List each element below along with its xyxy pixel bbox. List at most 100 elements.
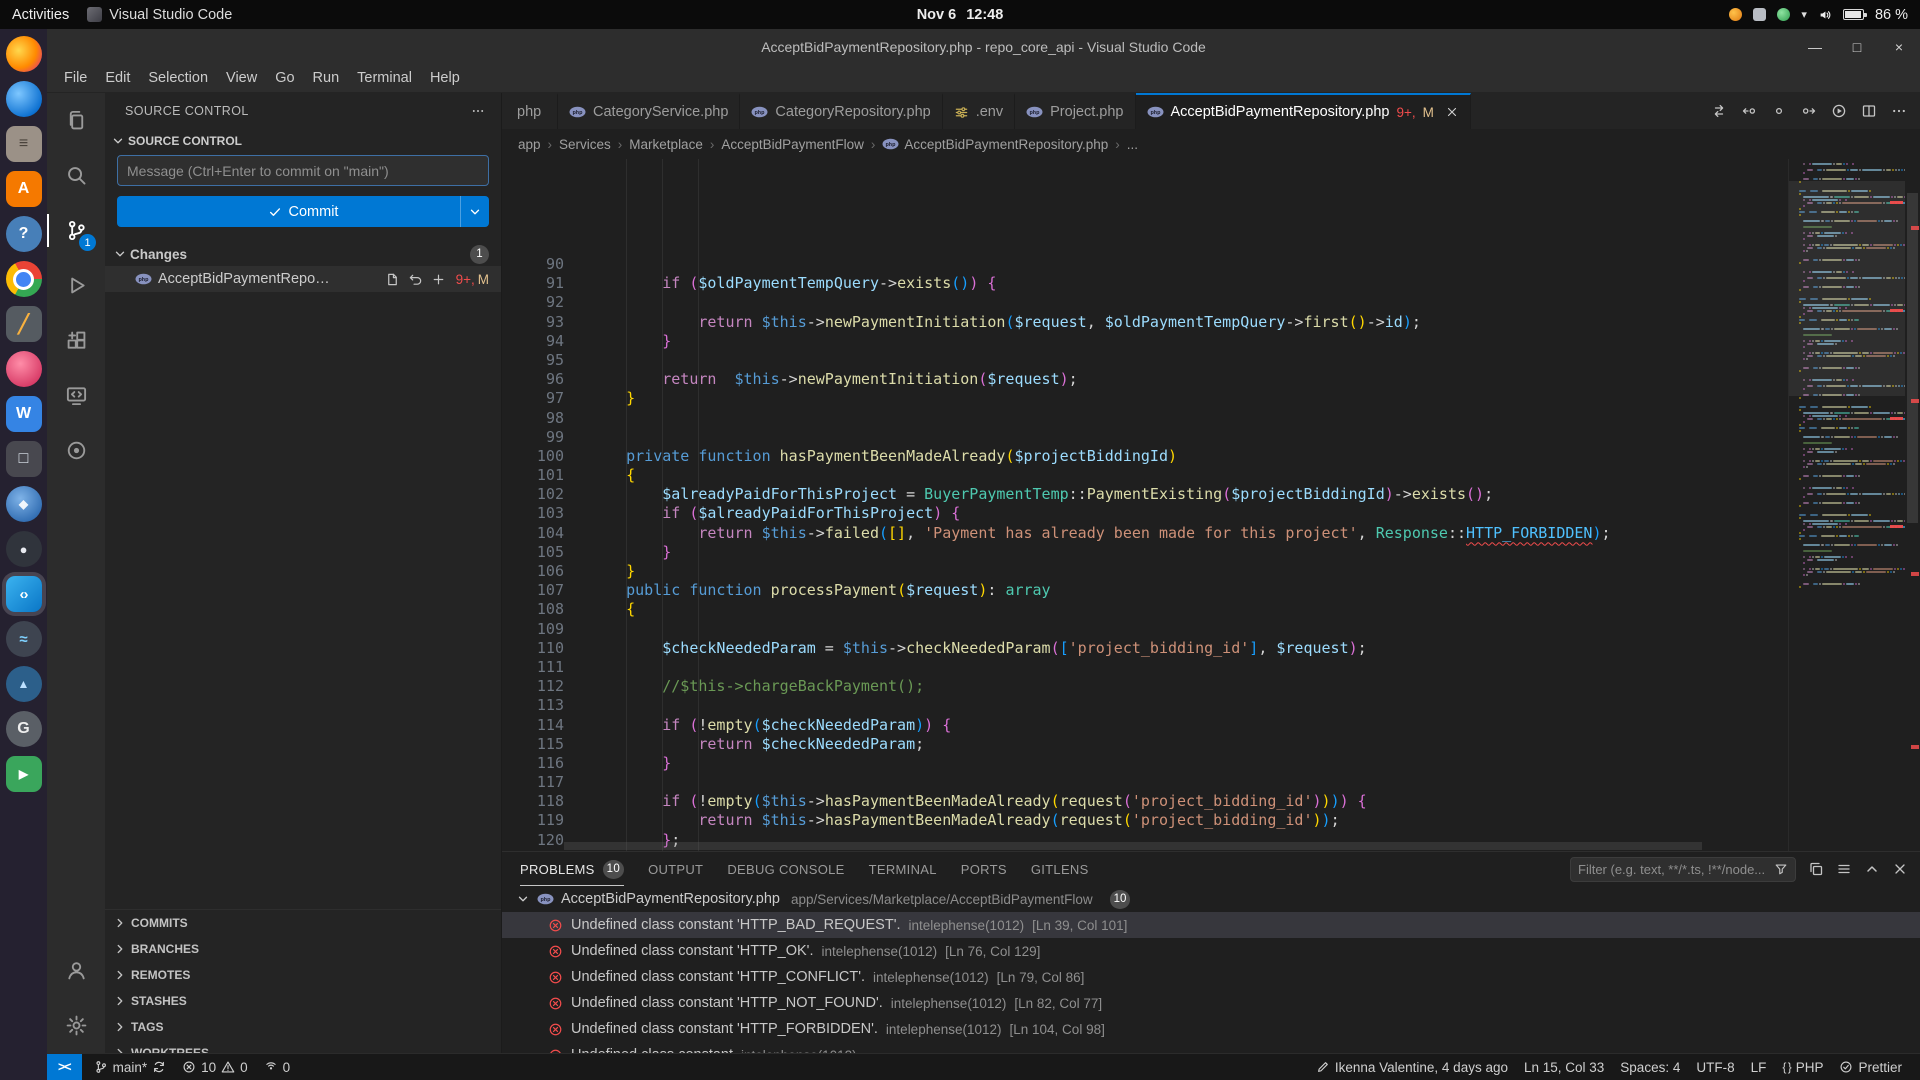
status-ports[interactable]: 0 (256, 1054, 299, 1080)
clock[interactable]: Nov 612:48 (0, 7, 1920, 23)
menu-terminal[interactable]: Terminal (348, 68, 421, 88)
input-tray-icon[interactable] (1753, 8, 1766, 21)
menu-edit[interactable]: Edit (96, 68, 139, 88)
close-panel-icon[interactable] (1892, 861, 1908, 877)
tab-project-php[interactable]: phpProject.php (1015, 93, 1135, 129)
leaf-tray-icon[interactable] (1777, 8, 1790, 21)
status-cursor-position[interactable]: Ln 15, Col 33 (1516, 1054, 1612, 1080)
discard-icon[interactable] (408, 272, 423, 287)
dock-item-screenshot-tool[interactable]: ● (6, 531, 42, 567)
dock-item-archive-manager[interactable]: ≡ (6, 126, 42, 162)
dock-item-g-app[interactable]: G (6, 711, 42, 747)
dock-item-blue-app[interactable]: ◆ (6, 486, 42, 522)
status-indentation[interactable]: Spaces: 4 (1612, 1054, 1688, 1080)
problem-row[interactable]: Undefined class constant 'HTTP_FORBIDDEN… (502, 1016, 1920, 1042)
changed-file-row[interactable]: phpAcceptBidPaymentRepository.php9+,M (105, 266, 501, 292)
dock-item-thunderbird[interactable] (6, 81, 42, 117)
list-icon[interactable] (1836, 861, 1852, 877)
maximize-panel-icon[interactable] (1864, 861, 1880, 877)
commit-button[interactable]: Commit (117, 196, 489, 227)
open-file-icon[interactable] (385, 272, 400, 287)
activity-gitlens[interactable] (47, 423, 105, 478)
close-tab-icon[interactable] (1445, 105, 1459, 119)
code-area[interactable]: 9091 if ($oldPaymentTempQuery->exists())… (502, 159, 1788, 851)
menu-go[interactable]: Go (266, 68, 303, 88)
problem-row[interactable]: Undefined class constantintelephense(101… (502, 1042, 1920, 1053)
section-tags[interactable]: TAGS (105, 1014, 501, 1040)
breadcrumb-item[interactable]: Services (559, 137, 611, 152)
problems-file-group[interactable]: php AcceptBidPaymentRepository.php app/S… (502, 886, 1920, 912)
status-prettier[interactable]: Prettier (1831, 1054, 1910, 1080)
compare-icon[interactable] (1705, 98, 1732, 125)
status-remote[interactable]: >< (47, 1054, 82, 1080)
activity-accounts[interactable] (47, 943, 105, 998)
status-problems[interactable]: 100 (174, 1054, 256, 1080)
volume-icon[interactable] (1818, 8, 1832, 22)
menu-run[interactable]: Run (304, 68, 349, 88)
status-branch[interactable]: main* (86, 1054, 175, 1080)
code-editor[interactable]: 9091 if ($oldPaymentTempQuery->exists())… (502, 159, 1920, 851)
dock-item-firefox[interactable] (6, 36, 42, 72)
breadcrumb-item[interactable]: app (518, 137, 541, 152)
panel-tab-output[interactable]: OUTPUT (648, 852, 703, 886)
panel-tab-ports[interactable]: PORTS (961, 852, 1007, 886)
dock-item-green-app[interactable]: ▶ (6, 756, 42, 792)
focused-app-menu[interactable]: Visual Studio Code (87, 7, 232, 23)
panel-tab-problems[interactable]: PROBLEMS10 (520, 852, 624, 886)
activity-remote-explorer[interactable] (47, 368, 105, 423)
panel-tab-gitlens[interactable]: GITLENS (1031, 852, 1089, 886)
activity-source-control[interactable]: 1 (47, 203, 105, 258)
menu-file[interactable]: File (55, 68, 96, 88)
breadcrumb-item[interactable]: Marketplace (629, 137, 703, 152)
next-change-icon[interactable] (1795, 98, 1822, 125)
commit-dropdown[interactable] (460, 196, 489, 227)
menu-view[interactable]: View (217, 68, 266, 88)
updater-tray-icon[interactable] (1729, 8, 1742, 21)
dock-item-vscode[interactable]: ‹› (6, 576, 42, 612)
tab-php[interactable]: php (502, 93, 558, 129)
activity-settings[interactable] (47, 998, 105, 1053)
activity-extensions[interactable] (47, 313, 105, 368)
dock-item-remmina[interactable] (6, 351, 42, 387)
dock-item-blue-app-2[interactable]: ▲ (6, 666, 42, 702)
dock-item-help[interactable]: ? (6, 216, 42, 252)
minimap-slider[interactable] (1789, 181, 1905, 396)
section-remotes[interactable]: REMOTES (105, 962, 501, 988)
source-control-section[interactable]: SOURCE CONTROL (105, 129, 501, 152)
breadcrumb-item[interactable]: phpAcceptBidPaymentRepository.php (882, 137, 1108, 152)
tab-acceptbidpaymentrepository-php[interactable]: phpAcceptBidPaymentRepository.php9+,M (1136, 93, 1471, 129)
dock-item-wike[interactable]: W (6, 396, 42, 432)
tab-categoryservice-php[interactable]: phpCategoryService.php (558, 93, 740, 129)
system-tray[interactable]: ▾ 86 % (1729, 7, 1908, 23)
status-blame[interactable]: Ikenna Valentine, 4 days ago (1308, 1054, 1516, 1080)
panel-tab-debug-console[interactable]: DEBUG CONSOLE (727, 852, 844, 886)
prev-change-icon[interactable] (1735, 98, 1762, 125)
commit-message-input[interactable] (117, 155, 489, 186)
stage-icon[interactable] (431, 272, 446, 287)
menu-help[interactable]: Help (421, 68, 469, 88)
dock-item-app-store[interactable]: A (6, 171, 42, 207)
open-change-icon[interactable] (1765, 98, 1792, 125)
tab--env[interactable]: .env (943, 93, 1015, 129)
section-commits[interactable]: COMMITS (105, 910, 501, 936)
problem-row[interactable]: Undefined class constant 'HTTP_NOT_FOUND… (502, 990, 1920, 1016)
status-language-mode[interactable]: { }PHP (1774, 1054, 1831, 1080)
run-icon[interactable] (1825, 98, 1852, 125)
problem-row[interactable]: Undefined class constant 'HTTP_BAD_REQUE… (502, 912, 1920, 938)
maximize-button[interactable]: □ (1836, 29, 1878, 64)
activity-run-debug[interactable] (47, 258, 105, 313)
scrollbar[interactable] (1905, 159, 1920, 851)
tray-caret-icon[interactable]: ▾ (1801, 8, 1807, 21)
menu-selection[interactable]: Selection (139, 68, 217, 88)
dock-item-text-editor[interactable]: ╱ (6, 306, 42, 342)
sidebar-more-actions-icon[interactable] (471, 104, 485, 118)
section-stashes[interactable]: STASHES (105, 988, 501, 1014)
changes-section[interactable]: Changes 1 (105, 242, 501, 266)
minimize-button[interactable]: — (1794, 29, 1836, 64)
section-worktrees[interactable]: WORKTREES (105, 1040, 501, 1053)
tab-categoryrepository-php[interactable]: phpCategoryRepository.php (740, 93, 942, 129)
status-eol[interactable]: LF (1743, 1054, 1775, 1080)
problem-row[interactable]: Undefined class constant 'HTTP_CONFLICT'… (502, 964, 1920, 990)
section-branches[interactable]: BRANCHES (105, 936, 501, 962)
dock-item-docker[interactable]: ≈ (6, 621, 42, 657)
